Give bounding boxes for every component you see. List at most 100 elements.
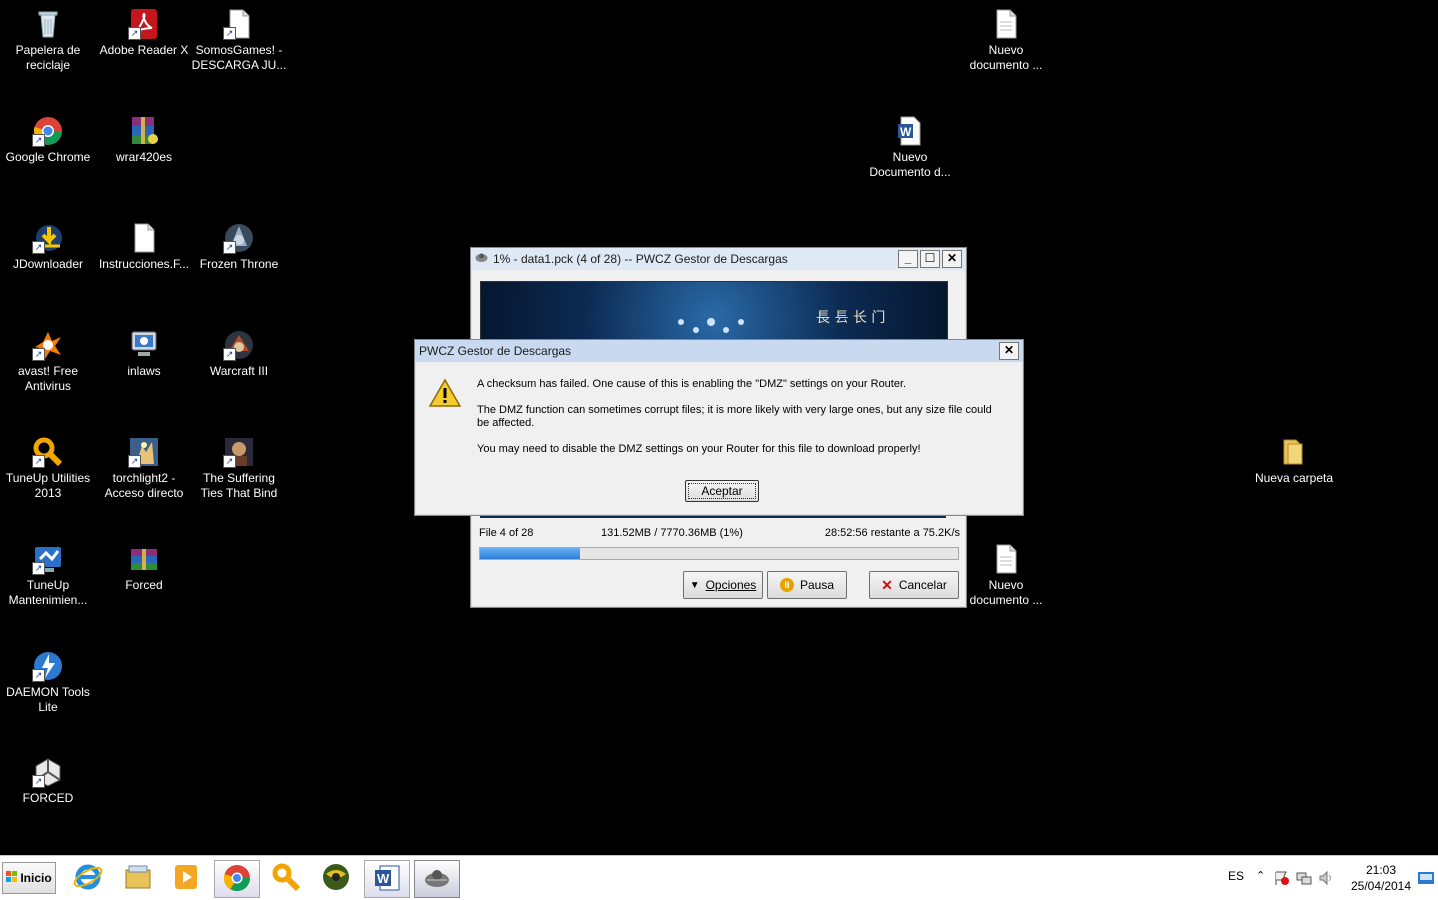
taskbar-pwcz[interactable] <box>414 860 460 898</box>
desktop-icon-daemon-tools[interactable]: ↗ DAEMON Tools Lite <box>0 650 96 715</box>
maximize-button[interactable]: ☐ <box>920 250 940 268</box>
desktop-icon-inlaws[interactable]: inlaws <box>96 329 192 379</box>
desktop-icon-nuevo-documento-word[interactable]: W Nuevo Documento d... <box>862 115 958 180</box>
recycle-bin-icon <box>32 8 64 40</box>
clock[interactable]: 21:03 25/04/2014 <box>1346 862 1416 894</box>
game-icon: ↗ <box>223 436 255 468</box>
desktop-icon-label: JDownloader <box>12 257 84 271</box>
desktop-icon-torchlight2[interactable]: ↗ torchlight2 - Acceso directo <box>96 436 192 501</box>
size-progress-label: 131.52MB / 7770.36MB (1%) <box>601 527 743 539</box>
cancel-button[interactable]: ✕ Cancelar <box>869 571 959 599</box>
shortcut-arrow-icon: ↗ <box>128 455 141 468</box>
document-icon <box>128 222 160 254</box>
accept-button[interactable]: Aceptar <box>685 480 759 502</box>
cancel-button-label: Cancelar <box>898 578 947 592</box>
desktop-icon-label: Nuevo Documento d... <box>869 150 951 179</box>
pause-icon: II <box>779 578 794 592</box>
shortcut-arrow-icon: ↗ <box>223 455 236 468</box>
document-icon <box>990 543 1022 575</box>
dialog-message-2: The DMZ function can sometimes corrupt f… <box>477 404 992 429</box>
time-remaining-label: 28:52:56 restante a 75.2K/s <box>824 527 960 539</box>
desktop-icon-label: SomosGames! - DESCARGA JU... <box>191 43 287 72</box>
svg-text:⻑ ⻒ ⻓ ⻔: ⻑ ⻒ ⻓ ⻔ <box>816 310 885 326</box>
internet-explorer-icon <box>73 862 103 895</box>
close-button[interactable]: ✕ <box>942 250 962 268</box>
tuneup-icon <box>271 862 301 895</box>
desktop-icon-label: Nuevo documento ... <box>969 578 1043 607</box>
taskbar-word[interactable]: W <box>364 860 410 898</box>
taskbar: Inicio W ES ⌃ 21:03 25/04/2014 <box>0 855 1438 900</box>
shortcut-arrow-icon: ↗ <box>223 27 236 40</box>
desktop-icon-label: Instrucciones.F... <box>98 257 190 271</box>
svg-text:W: W <box>900 125 912 139</box>
tuneup-maintenance-icon: ↗ <box>32 543 64 575</box>
dialog-titlebar[interactable]: PWCZ Gestor de Descargas ✕ <box>415 340 1023 362</box>
desktop-icon-label: Forced <box>125 578 163 592</box>
desktop-icon-instrucciones[interactable]: Instrucciones.F... <box>96 222 192 272</box>
taskbar-media-player[interactable] <box>164 860 208 896</box>
desktop-icon-tuneup-mantenimiento[interactable]: ↗ TuneUp Mantenimien... <box>0 543 96 608</box>
minimize-button[interactable]: _ <box>898 250 918 268</box>
game-globe-icon <box>321 862 351 895</box>
desktop-icon-somosgames[interactable]: ↗ SomosGames! - DESCARGA JU... <box>191 8 287 73</box>
word-document-icon: W <box>894 115 926 147</box>
shortcut-arrow-icon: ↗ <box>32 562 45 575</box>
desktop-icon-forced-game[interactable]: ↗ FORCED <box>0 756 96 806</box>
desktop-icon-recycle-bin[interactable]: Papelera de reciclaje <box>0 8 96 73</box>
warning-icon <box>428 378 462 411</box>
desktop-icon-nuevo-documento-1[interactable]: Nuevo documento ... <box>958 8 1054 73</box>
desktop-icon-label: Google Chrome <box>5 150 91 164</box>
desktop-icon-label: TuneUp Utilities 2013 <box>5 471 91 500</box>
desktop-icon-frozen-throne[interactable]: ↗ Frozen Throne <box>191 222 287 272</box>
show-desktop-button[interactable] <box>1418 872 1434 887</box>
desktop-icon-wrar420es[interactable]: wrar420es <box>96 115 192 165</box>
desktop-icon-label: The Suffering Ties That Bind <box>200 471 278 500</box>
start-label: Inicio <box>20 871 52 885</box>
show-hidden-icons-button[interactable]: ⌃ <box>1256 869 1265 882</box>
taskbar-file-explorer[interactable] <box>116 860 160 896</box>
desktop-icon-avast[interactable]: ↗ avast! Free Antivirus <box>0 329 96 394</box>
desktop-icon-nuevo-documento-2[interactable]: Nuevo documento ... <box>958 543 1054 608</box>
desktop-icon-label: avast! Free Antivirus <box>17 364 79 393</box>
desktop-icon-label: DAEMON Tools Lite <box>6 685 90 714</box>
taskbar-game-globe[interactable] <box>314 860 358 896</box>
progress-bar <box>479 547 959 560</box>
pause-button[interactable]: II Pausa <box>767 571 847 599</box>
start-button[interactable]: Inicio <box>2 862 56 894</box>
accept-button-label: Aceptar <box>701 484 743 498</box>
desktop-icon-label: TuneUp Mantenimien... <box>8 578 88 607</box>
desktop-icon-label: wrar420es <box>115 150 173 164</box>
taskbar-internet-explorer[interactable] <box>66 860 110 896</box>
adobe-reader-icon: ↗ <box>128 8 160 40</box>
pwcz-app-icon <box>475 251 488 267</box>
action-center-flag-icon[interactable] <box>1274 870 1290 889</box>
taskbar-chrome[interactable] <box>214 860 260 898</box>
desktop-icon-nueva-carpeta[interactable]: Nueva carpeta <box>1246 436 1342 486</box>
network-icon[interactable] <box>1296 870 1312 889</box>
taskbar-tuneup[interactable] <box>264 860 308 896</box>
file-count-label: File 4 of 28 <box>479 527 534 539</box>
document-icon: ↗ <box>223 8 255 40</box>
tuneup-icon: ↗ <box>32 436 64 468</box>
desktop-icon-tuneup-utilities[interactable]: ↗ TuneUp Utilities 2013 <box>0 436 96 501</box>
download-window-title: 1% - data1.pck (4 of 28) -- PWCZ Gestor … <box>493 252 788 266</box>
desktop-icon-the-suffering[interactable]: ↗ The Suffering Ties That Bind <box>191 436 287 501</box>
avast-icon: ↗ <box>32 329 64 361</box>
tray-icons <box>1274 870 1334 889</box>
download-window-titlebar[interactable]: 1% - data1.pck (4 of 28) -- PWCZ Gestor … <box>471 248 966 270</box>
desktop-icon-adobe-reader[interactable]: ↗ Adobe Reader X <box>96 8 192 58</box>
chrome-icon: ↗ <box>32 115 64 147</box>
document-icon <box>990 8 1022 40</box>
chrome-icon <box>222 863 252 896</box>
desktop-icon-google-chrome[interactable]: ↗ Google Chrome <box>0 115 96 165</box>
dialog-close-button[interactable]: ✕ <box>999 342 1019 360</box>
desktop-icon-warcraft-iii[interactable]: ↗ Warcraft III <box>191 329 287 379</box>
desktop-icon-label: Papelera de reciclaje <box>15 43 81 72</box>
options-button[interactable]: ▼ Opciones <box>683 571 763 599</box>
desktop-icon-forced-archive[interactable]: Forced <box>96 543 192 593</box>
desktop-icon-jdownloader[interactable]: ↗ JDownloader <box>0 222 96 272</box>
desktop-icon-label: torchlight2 - Acceso directo <box>104 471 184 500</box>
warcraft-icon: ↗ <box>223 329 255 361</box>
language-indicator[interactable]: ES <box>1228 869 1244 883</box>
volume-icon[interactable] <box>1318 870 1334 889</box>
